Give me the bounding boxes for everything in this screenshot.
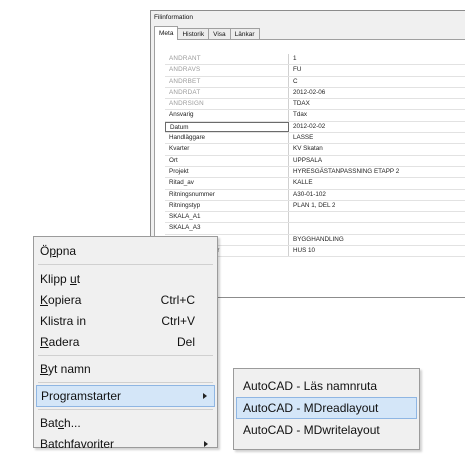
property-value[interactable]: LASSE <box>289 133 313 143</box>
menu-item-cut[interactable]: Klipp ut <box>36 268 215 290</box>
submenu-arrow-icon <box>203 393 207 399</box>
menu-item-rename[interactable]: Byt namn <box>36 358 215 380</box>
property-value[interactable]: KALLE <box>289 178 313 188</box>
property-name: Kvarter <box>165 144 289 155</box>
property-row[interactable]: ANDRDAT 2012-02-06 <box>165 87 465 100</box>
property-name: Datum <box>165 121 289 133</box>
property-value[interactable]: 2012-02-06 <box>289 88 325 98</box>
property-name: ANDRDAT <box>165 87 289 99</box>
menu-divider <box>38 409 213 410</box>
menu-item-open[interactable]: Öppna <box>36 240 215 262</box>
menu-divider <box>38 264 213 265</box>
tab-bar: Meta Historik Visa Länkar <box>154 26 260 40</box>
submenu-item-mdwritelayout[interactable]: AutoCAD - MDwritelayout <box>236 419 417 441</box>
property-row[interactable]: Ansvarig Tdax <box>165 110 465 122</box>
menu-item-programstarter[interactable]: Programstarter <box>36 385 215 407</box>
property-name: SKALA_A3 <box>165 223 289 234</box>
property-row[interactable]: Kvarter KV Skatan <box>165 144 465 156</box>
property-name: Ansvarig <box>165 110 289 121</box>
property-row[interactable]: Ritningstyp PLAN 1, DEL 2 <box>165 200 465 213</box>
shortcut-label: Del <box>176 335 195 349</box>
property-value[interactable]: UPPSALA <box>289 156 322 166</box>
submenu-item-las-namnruta[interactable]: AutoCAD - Läs namnruta <box>236 375 417 397</box>
menu-item-label: Programstarter <box>41 389 122 403</box>
property-value[interactable]: FU <box>289 65 301 75</box>
property-value[interactable]: 1 <box>289 54 297 64</box>
window-title: Filinformation <box>154 14 194 21</box>
property-value[interactable]: TDAX <box>289 99 310 109</box>
menu-item-label: Öppna <box>40 244 77 258</box>
menu-divider <box>38 382 213 383</box>
property-value[interactable]: BYGGHANDLING <box>289 235 344 245</box>
shortcut-label: Ctrl+V <box>161 314 195 328</box>
property-name: Handläggare <box>165 133 289 144</box>
property-row[interactable]: Ritad_av KALLE <box>165 178 465 190</box>
menu-item-copy[interactable]: Kopiera Ctrl+C <box>36 289 215 311</box>
property-name: ANDRANT <box>165 54 289 65</box>
menu-item-label: Batch... <box>40 416 81 430</box>
property-value[interactable]: HUS 10 <box>289 246 315 256</box>
property-name: ANDRSIGN <box>165 99 289 110</box>
property-row[interactable]: Ort UPPSALA <box>165 155 465 167</box>
menu-item-batch[interactable]: Batch... <box>36 412 215 434</box>
property-value[interactable] <box>289 223 293 233</box>
property-row[interactable]: SKALA_A3 <box>165 223 465 235</box>
property-value[interactable]: Tdax <box>289 110 307 120</box>
menu-item-label: Klipp ut <box>40 272 81 286</box>
property-row[interactable]: Handläggare LASSE <box>165 133 465 145</box>
property-row-selected[interactable]: Datum 2012-02-02 <box>165 121 465 134</box>
property-name: Ritad_av <box>165 178 289 189</box>
programstarter-submenu: AutoCAD - Läs namnruta AutoCAD - MDreadl… <box>233 368 420 450</box>
context-menu: Öppna Klipp ut Kopiera Ctrl+C Klistra in… <box>33 236 218 451</box>
property-value[interactable]: C <box>289 77 298 87</box>
menu-item-label: Batchfavoriter <box>40 437 115 451</box>
menu-divider <box>38 355 213 356</box>
property-value[interactable]: A30-01-102 <box>289 190 326 200</box>
property-value[interactable]: KV Skatan <box>289 144 323 154</box>
menu-item-label: Radera <box>40 335 80 349</box>
property-row[interactable]: Ritningsnummer A30-01-102 <box>165 189 465 201</box>
property-name: ANDRAVS <box>165 65 289 76</box>
property-name: Ritningsnummer <box>165 189 289 200</box>
property-row[interactable]: ANDRBET C <box>165 76 465 88</box>
property-name: SKALA_A1 <box>165 212 289 223</box>
property-grid: ANDRANT 1 ANDRAVS FU ANDRBET C ANDRDAT 2012-… <box>165 54 465 258</box>
menu-item-label: Byt namn <box>40 362 91 376</box>
property-row[interactable]: ANDRSIGN TDAX <box>165 99 465 111</box>
tab-meta[interactable]: Meta <box>154 26 179 40</box>
menu-item-label: Kopiera <box>40 293 82 307</box>
submenu-arrow-icon <box>204 441 208 447</box>
menu-item-paste[interactable]: Klistra in Ctrl+V <box>36 310 215 332</box>
property-name: Ritningstyp <box>165 200 289 212</box>
menu-item-batch-favorites[interactable]: Batchfavoriter <box>36 433 215 455</box>
submenu-item-mdreadlayout[interactable]: AutoCAD - MDreadlayout <box>236 397 417 419</box>
property-value[interactable]: HYRESGÄSTANPASSNING ETAPP 2 <box>289 167 399 177</box>
property-name: ANDRBET <box>165 76 289 87</box>
menu-item-label: Klistra in <box>40 314 87 328</box>
property-row[interactable]: Projekt HYRESGÄSTANPASSNING ETAPP 2 <box>165 166 465 179</box>
property-value[interactable]: 2012-02-02 <box>289 122 325 132</box>
property-name: Projekt <box>165 166 289 178</box>
property-name: Ort <box>165 155 289 166</box>
property-value[interactable]: PLAN 1, DEL 2 <box>289 201 335 211</box>
property-row[interactable]: ANDRANT 1 <box>165 54 465 66</box>
property-row[interactable]: ANDRAVS FU <box>165 65 465 77</box>
property-row[interactable]: SKALA_A1 <box>165 212 465 224</box>
menu-item-delete[interactable]: Radera Del <box>36 331 215 353</box>
shortcut-label: Ctrl+C <box>160 293 195 307</box>
property-value[interactable] <box>289 212 293 222</box>
